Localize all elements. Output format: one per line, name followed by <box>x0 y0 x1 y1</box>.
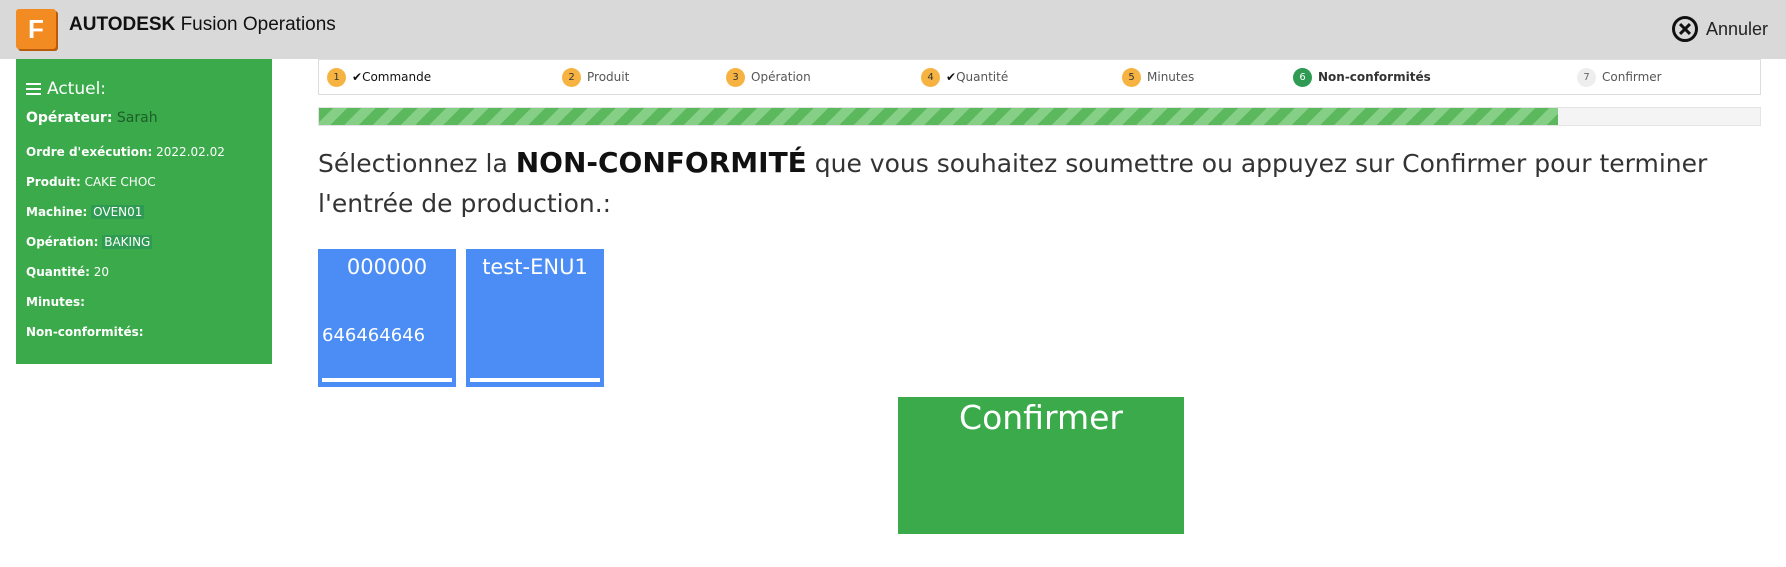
step-label: Minutes <box>1147 70 1195 84</box>
info-machine: Machine: OVEN01 <box>26 205 145 219</box>
cancel-label: Annuler <box>1705 18 1768 39</box>
info-operation: Opération: BAKING <box>26 235 153 249</box>
info-label: Machine: <box>26 205 88 219</box>
step-label-text: Commande <box>362 70 432 84</box>
step-label: Opération <box>751 70 811 84</box>
brand-bold: AUTODESK <box>69 14 176 35</box>
step-quantite[interactable]: 4 ✔Quantité <box>921 60 1008 94</box>
tile-title: 000000 <box>346 255 428 279</box>
instruction-before: Sélectionnez la <box>318 149 516 178</box>
instruction-emphasis: NON-CONFORMITÉ <box>515 146 807 179</box>
info-value: BAKING <box>102 235 153 249</box>
fusion-logo-icon: F <box>16 9 56 49</box>
info-label: Ordre d'exécution: <box>26 145 153 159</box>
checkmark-icon: ✔ <box>352 70 363 84</box>
app-title: AUTODESK Fusion Operations <box>69 14 336 36</box>
step-commande[interactable]: 1 ✔Commande <box>327 60 431 94</box>
step-produit[interactable]: 2 Produit <box>562 60 629 94</box>
step-number: 2 <box>562 67 581 87</box>
info-nonconformities: Non-conformités: <box>26 325 144 339</box>
confirm-button[interactable]: Confirmer <box>898 397 1184 534</box>
step-label-text: Quantité <box>956 70 1009 84</box>
info-product: Produit: CAKE CHOC <box>26 175 156 189</box>
tile-underline <box>322 378 452 382</box>
step-number: 3 <box>726 67 745 87</box>
tile-title: test-ENU1 <box>482 255 588 279</box>
logo-letter: F <box>28 13 44 44</box>
info-label: Non-conformités: <box>26 325 144 339</box>
info-value: OVEN01 <box>91 205 145 219</box>
info-value: Sarah <box>116 110 158 126</box>
step-label: ✔Quantité <box>946 70 1008 84</box>
nonconformity-tile[interactable]: 000000 646464646 <box>318 249 456 387</box>
step-non-conformites[interactable]: 6 Non-conformités <box>1293 60 1431 94</box>
checkmark-icon: ✔ <box>946 70 957 84</box>
current-info-panel: Actuel: Opérateur: Sarah Ordre d'exécuti… <box>16 59 272 364</box>
info-order: Ordre d'exécution: 2022.02.02 <box>26 145 225 159</box>
info-value: CAKE CHOC <box>84 175 156 189</box>
confirm-label: Confirmer <box>959 398 1123 437</box>
info-label: Opérateur: <box>26 110 113 126</box>
info-label: Quantité: <box>26 265 90 279</box>
tile-underline <box>470 378 600 382</box>
step-operation[interactable]: 3 Opération <box>726 60 811 94</box>
app-header: F AUTODESK Fusion Operations Annuler <box>0 0 1786 59</box>
panel-title: Actuel: <box>26 79 106 99</box>
info-value: 2022.02.02 <box>156 145 225 159</box>
info-value: 20 <box>93 265 110 279</box>
hamburger-icon <box>26 83 41 95</box>
info-label: Minutes: <box>26 295 85 309</box>
step-confirmer[interactable]: 7 Confirmer <box>1577 60 1662 94</box>
info-quantity: Quantité: 20 <box>26 265 109 279</box>
nonconformity-tile[interactable]: test-ENU1 <box>466 249 604 387</box>
step-label: Confirmer <box>1602 70 1662 84</box>
info-label: Produit: <box>26 175 81 189</box>
step-number: 6 <box>1293 67 1312 87</box>
step-number: 7 <box>1577 67 1596 87</box>
info-operator: Opérateur: Sarah <box>26 110 158 126</box>
progress-bar <box>318 107 1761 126</box>
step-minutes[interactable]: 5 Minutes <box>1122 60 1194 94</box>
panel-title-text: Actuel: <box>47 79 107 99</box>
step-label: ✔Commande <box>352 70 431 84</box>
brand-rest: Fusion Operations <box>180 14 336 35</box>
step-number: 4 <box>921 67 940 87</box>
step-label: Non-conformités <box>1318 70 1431 84</box>
step-label: Produit <box>587 70 630 84</box>
step-number: 1 <box>327 67 346 87</box>
progress-fill <box>319 108 1559 125</box>
info-label: Opération: <box>26 235 99 249</box>
cancel-button[interactable]: Annuler <box>1671 13 1768 45</box>
tile-subtitle: 646464646 <box>322 325 426 346</box>
step-number: 5 <box>1122 67 1141 87</box>
close-circle-icon <box>1671 16 1698 42</box>
wizard-stepper: 1 ✔Commande 2 Produit 3 Opération 4 ✔Qua… <box>318 59 1761 95</box>
instruction-text: Sélectionnez la NON-CONFORMITÉ que vous … <box>318 143 1768 224</box>
info-minutes: Minutes: <box>26 295 85 309</box>
